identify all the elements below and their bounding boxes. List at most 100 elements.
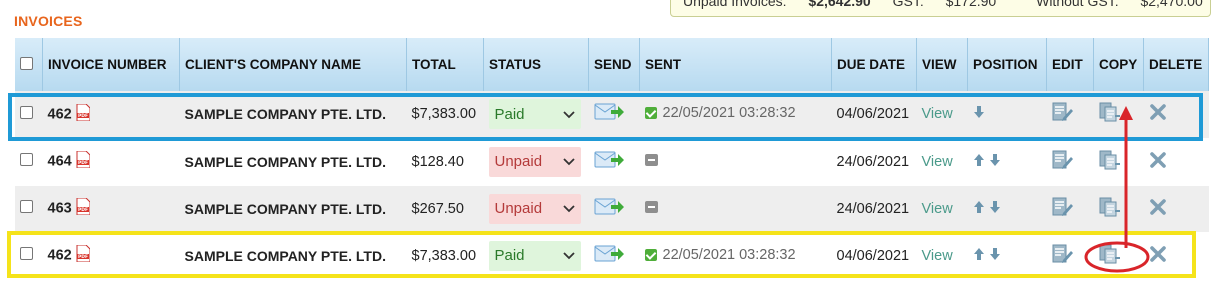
page-title: INVOICES	[14, 13, 83, 29]
invoice-number[interactable]: 463	[48, 200, 72, 216]
sent-timestamp: 22/05/2021 03:28:32	[662, 246, 796, 263]
arrow-down-icon[interactable]	[973, 105, 985, 123]
header-send: SEND	[588, 38, 640, 91]
status-dropdown[interactable]: Unpaid	[488, 146, 581, 177]
client-cell: SAMPLE COMPANY PTE. LTD.	[179, 185, 407, 233]
row-checkbox[interactable]	[19, 153, 33, 166]
send-cell	[588, 232, 640, 280]
arrow-up-icon[interactable]	[973, 200, 985, 218]
client-company-name: SAMPLE COMPANY PTE. LTD.	[184, 153, 386, 170]
edit-icon[interactable]	[1052, 150, 1074, 174]
send-email-icon[interactable]	[594, 102, 624, 126]
header-status[interactable]: STATUS	[483, 38, 589, 91]
arrow-down-icon[interactable]	[989, 153, 1001, 171]
sent-status: 22/05/2021 03:28:32	[644, 246, 796, 263]
view-link[interactable]: View	[922, 154, 953, 170]
status-cell: Unpaid	[483, 138, 589, 186]
edit-icon[interactable]	[1052, 244, 1074, 268]
client-company-name: SAMPLE COMPANY PTE. LTD.	[184, 200, 386, 217]
view-link[interactable]: View	[922, 248, 953, 264]
edit-icon[interactable]	[1052, 197, 1074, 221]
copy-icon[interactable]	[1099, 150, 1121, 174]
invoice-number[interactable]: 464	[48, 153, 72, 169]
invoice-summary: Unpaid Invoices: $2,642.90 GST: $172.90 …	[670, 0, 1211, 17]
arrow-up-icon[interactable]	[973, 247, 985, 265]
send-email-icon[interactable]	[594, 150, 624, 174]
table-row: 463 PDF SAMPLE COMPANY PTE. LTD. $267.50 Unp…	[14, 185, 1209, 233]
send-email-icon[interactable]	[594, 244, 624, 268]
unpaid-value: $2,642.90	[808, 0, 871, 9]
header-sent[interactable]: SENT	[639, 38, 832, 91]
header-invoice-number[interactable]: INVOICE NUMBER	[42, 38, 180, 91]
header-due-date[interactable]: DUE DATE	[831, 38, 917, 91]
row-select-cell	[14, 138, 43, 186]
select-all-header[interactable]	[14, 38, 43, 91]
invoice-number[interactable]: 462	[48, 106, 72, 122]
send-email-icon[interactable]	[594, 197, 624, 221]
row-checkbox[interactable]	[19, 105, 33, 119]
select-all-checkbox[interactable]	[20, 56, 33, 70]
chevron-down-icon	[562, 247, 575, 264]
sent-cell	[639, 185, 832, 233]
due-date: 24/06/2021	[836, 200, 910, 217]
delete-icon[interactable]	[1149, 198, 1167, 220]
unpaid-label: Unpaid Invoices:	[683, 0, 787, 9]
header-client[interactable]: CLIENT'S COMPANY NAME	[179, 38, 407, 91]
edit-cell	[1046, 185, 1094, 233]
client-company-name: SAMPLE COMPANY PTE. LTD.	[184, 106, 386, 123]
view-link[interactable]: View	[922, 106, 953, 122]
gst-value: $172.90	[945, 0, 997, 9]
edit-cell	[1046, 138, 1094, 186]
delete-cell	[1143, 185, 1209, 233]
row-checkbox[interactable]	[19, 247, 33, 260]
header-delete: DELETE	[1143, 38, 1209, 91]
invoice-number[interactable]: 462	[48, 247, 72, 263]
not-sent-icon	[644, 200, 658, 213]
header-copy: COPY	[1093, 38, 1144, 91]
position-cell	[967, 232, 1047, 280]
status-dropdown[interactable]: Unpaid	[488, 193, 581, 224]
copy-icon[interactable]	[1099, 197, 1121, 221]
pdf-icon[interactable]: PDF	[76, 103, 91, 125]
delete-icon[interactable]	[1149, 151, 1167, 173]
not-sent-icon	[644, 153, 658, 166]
sent-cell	[639, 138, 832, 186]
edit-icon[interactable]	[1052, 102, 1074, 126]
sent-timestamp: 22/05/2021 03:28:32	[662, 105, 796, 122]
pdf-icon[interactable]: PDF	[76, 197, 91, 219]
due-date-cell: 04/06/2021	[831, 91, 917, 139]
arrow-down-icon[interactable]	[989, 200, 1001, 218]
due-date: 24/06/2021	[836, 153, 910, 170]
send-cell	[588, 91, 640, 139]
view-link[interactable]: View	[922, 201, 953, 217]
client-cell: SAMPLE COMPANY PTE. LTD.	[179, 232, 407, 280]
row-checkbox[interactable]	[19, 200, 33, 213]
without-gst-value: $2,470.00	[1140, 0, 1203, 9]
header-total[interactable]: TOTAL	[406, 38, 484, 91]
total-cell: $128.40	[406, 138, 484, 186]
sent-check-icon	[644, 248, 657, 261]
arrow-up-icon[interactable]	[973, 153, 985, 171]
svg-text:PDF: PDF	[78, 113, 88, 119]
copy-icon[interactable]	[1099, 102, 1121, 126]
status-dropdown[interactable]: Paid	[488, 240, 581, 271]
delete-icon[interactable]	[1149, 245, 1167, 267]
pdf-icon[interactable]: PDF	[76, 150, 91, 172]
status-value: Unpaid	[494, 200, 543, 217]
view-cell: View	[916, 232, 968, 280]
total-cell: $7,383.00	[406, 91, 484, 139]
svg-text:PDF: PDF	[78, 207, 88, 213]
delete-icon[interactable]	[1149, 103, 1167, 125]
sent-cell: 22/05/2021 03:28:32	[639, 91, 832, 139]
delete-cell	[1143, 138, 1209, 186]
due-date: 04/06/2021	[836, 106, 910, 123]
status-cell: Paid	[483, 232, 589, 280]
status-cell: Unpaid	[483, 185, 589, 233]
arrow-down-icon[interactable]	[989, 247, 1001, 265]
status-dropdown[interactable]: Paid	[488, 99, 581, 130]
position-cell	[967, 185, 1047, 233]
table-row: 464 PDF SAMPLE COMPANY PTE. LTD. $128.40 Unp…	[14, 138, 1209, 186]
svg-text:PDF: PDF	[78, 254, 88, 260]
copy-icon[interactable]	[1099, 244, 1121, 268]
pdf-icon[interactable]: PDF	[76, 244, 91, 266]
